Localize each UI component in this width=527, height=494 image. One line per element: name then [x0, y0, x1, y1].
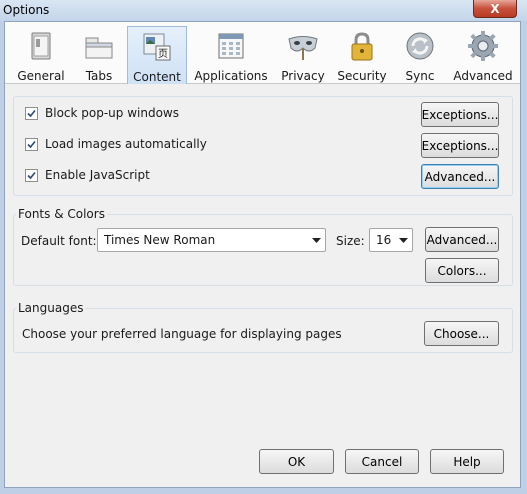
svg-text:页: 页 [158, 48, 168, 60]
content-page-icon: 页 [143, 33, 171, 61]
images-exceptions-button[interactable]: Exceptions... [421, 133, 499, 158]
colors-button[interactable]: Colors... [425, 258, 499, 283]
block-popups-label: Block pop-up windows [45, 106, 179, 120]
applications-calendar-icon [218, 33, 244, 59]
tab-security-label: Security [337, 69, 387, 83]
preferences-toolbar: General Tabs 页 Content Applications Priv… [5, 22, 520, 84]
tab-applications-label: Applications [194, 69, 268, 83]
font-size-select[interactable]: 16 [369, 228, 413, 252]
popup-exceptions-button[interactable]: Exceptions... [421, 102, 499, 127]
title-bar: Options X [0, 0, 527, 21]
enable-javascript-checkbox[interactable] [25, 168, 38, 182]
tab-content-label: Content [133, 70, 181, 84]
load-images-row[interactable]: Load images automatically [25, 137, 207, 151]
checkmark-icon [27, 109, 36, 117]
default-font-value: Times New Roman [104, 233, 216, 247]
enable-javascript-row[interactable]: Enable JavaScript [25, 168, 150, 182]
tab-advanced-label: Advanced [453, 69, 513, 83]
tabs-folder-icon [85, 37, 113, 59]
tab-advanced[interactable]: Advanced [453, 26, 513, 84]
fonts-colors-title: Fonts & Colors [16, 207, 107, 221]
font-size-value: 16 [376, 233, 392, 247]
checkmark-icon [27, 140, 36, 148]
tab-general-label: General [17, 69, 65, 83]
choose-language-button[interactable]: Choose... [424, 321, 499, 346]
advanced-gear-icon [468, 31, 498, 61]
cancel-button[interactable]: Cancel [345, 449, 419, 474]
javascript-advanced-button[interactable]: Advanced... [421, 164, 499, 189]
load-images-checkbox[interactable] [25, 137, 38, 151]
default-font-label: Default font: [21, 234, 97, 248]
tab-sync[interactable]: Sync [400, 26, 440, 84]
default-font-select[interactable]: Times New Roman [97, 228, 326, 252]
tab-sync-label: Sync [405, 69, 435, 83]
privacy-mask-icon [288, 36, 318, 60]
tab-applications[interactable]: Applications [194, 26, 268, 84]
chevron-down-icon [394, 229, 412, 251]
tab-security[interactable]: Security [337, 26, 387, 84]
languages-description: Choose your preferred language for displ… [22, 327, 342, 341]
ok-button[interactable]: OK [259, 449, 334, 474]
general-window-icon [31, 32, 51, 60]
tab-tabs-label: Tabs [85, 69, 113, 83]
chevron-down-icon [307, 229, 325, 251]
options-dialog: General Tabs 页 Content Applications Priv… [4, 21, 521, 488]
load-images-label: Load images automatically [45, 137, 207, 151]
block-popups-row[interactable]: Block pop-up windows [25, 106, 179, 120]
tab-privacy[interactable]: Privacy [278, 26, 328, 84]
size-label: Size: [336, 234, 365, 248]
close-button[interactable]: X [473, 0, 517, 18]
sync-arrows-icon [406, 32, 434, 60]
block-popups-checkbox[interactable] [25, 106, 38, 120]
window-title: Options [3, 3, 50, 17]
tab-privacy-label: Privacy [281, 69, 325, 83]
tab-tabs[interactable]: Tabs [77, 26, 121, 84]
enable-javascript-label: Enable JavaScript [45, 168, 150, 182]
help-button[interactable]: Help [430, 449, 504, 474]
fonts-advanced-button[interactable]: Advanced... [425, 227, 499, 252]
close-icon: X [490, 1, 500, 16]
tab-general[interactable]: General [15, 26, 67, 84]
languages-title: Languages [16, 301, 86, 315]
checkmark-icon [27, 171, 36, 179]
tab-content[interactable]: 页 Content [127, 26, 187, 84]
security-lock-icon [351, 32, 373, 61]
